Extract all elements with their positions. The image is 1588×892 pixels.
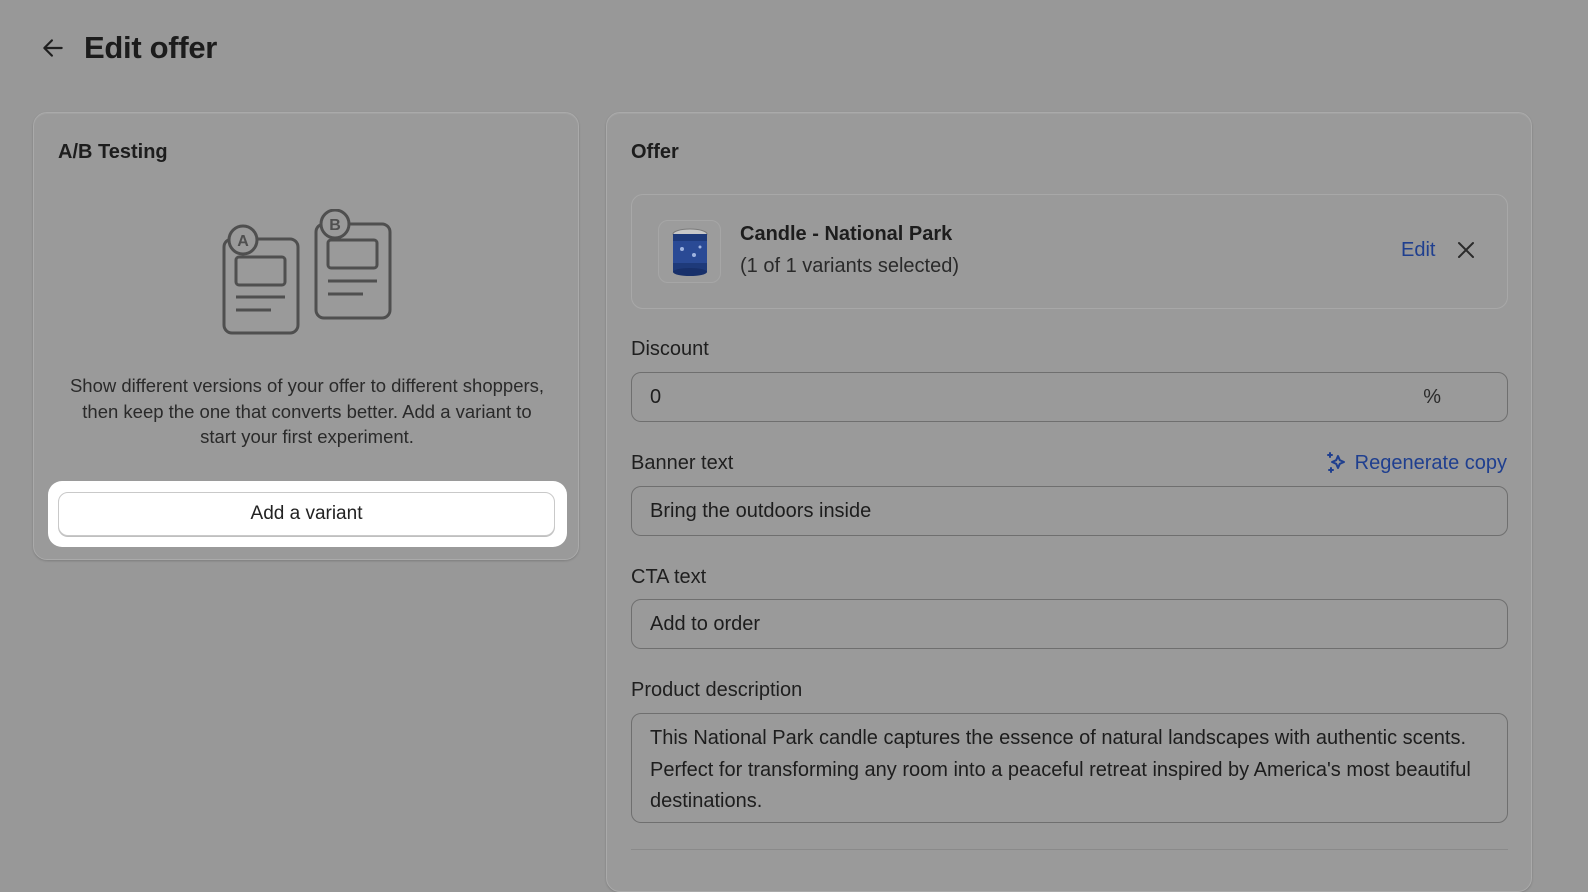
section-divider	[631, 849, 1508, 850]
illustration-label-b: B	[329, 217, 341, 234]
regenerate-copy-button[interactable]: Regenerate copy	[1325, 451, 1507, 475]
product-name: Candle - National Park	[740, 223, 953, 245]
candle-jar-icon	[672, 228, 707, 276]
add-variant-button[interactable]: Add a variant	[58, 492, 555, 536]
offer-card: Offer Candle - National Park (1 of 1 var…	[606, 112, 1532, 892]
offer-title: Offer	[631, 141, 679, 163]
banner-text-input[interactable]: Bring the outdoors inside	[631, 486, 1508, 536]
product-thumbnail	[658, 220, 721, 283]
cta-text-value: Add to order	[650, 612, 761, 635]
add-variant-highlight: Add a variant	[48, 481, 567, 547]
discount-input[interactable]: 0 %	[631, 372, 1508, 422]
arrow-left-icon	[43, 39, 63, 57]
regenerate-copy-label: Regenerate copy	[1354, 451, 1507, 474]
product-description-textarea[interactable]: This National Park candle captures the e…	[631, 713, 1508, 823]
discount-suffix: %	[1423, 386, 1441, 408]
illustration-label-a: A	[237, 233, 249, 250]
ab-variants-illustration: A B	[222, 209, 392, 335]
ab-testing-description: Show different versions of your offer to…	[69, 375, 545, 447]
cta-text-input[interactable]: Add to order	[631, 599, 1508, 649]
banner-text-value: Bring the outdoors inside	[650, 499, 872, 522]
close-icon	[1458, 242, 1474, 258]
ab-testing-title: A/B Testing	[58, 141, 168, 163]
product-description-label: Product description	[631, 679, 803, 701]
selected-product: Candle - National Park (1 of 1 variants …	[631, 194, 1508, 309]
back-button[interactable]	[38, 33, 68, 63]
page-title: Edit offer	[84, 30, 218, 65]
banner-text-label: Banner text	[631, 452, 734, 474]
discount-label: Discount	[631, 338, 709, 360]
discount-value: 0	[650, 385, 662, 408]
page-header: Edit offer	[38, 30, 217, 66]
product-variants-count: (1 of 1 variants selected)	[740, 255, 959, 277]
edit-product-link[interactable]: Edit	[1401, 239, 1435, 262]
cta-text-label: CTA text	[631, 566, 707, 588]
sparkle-icon	[1326, 452, 1345, 473]
remove-product-button[interactable]	[1454, 238, 1478, 262]
